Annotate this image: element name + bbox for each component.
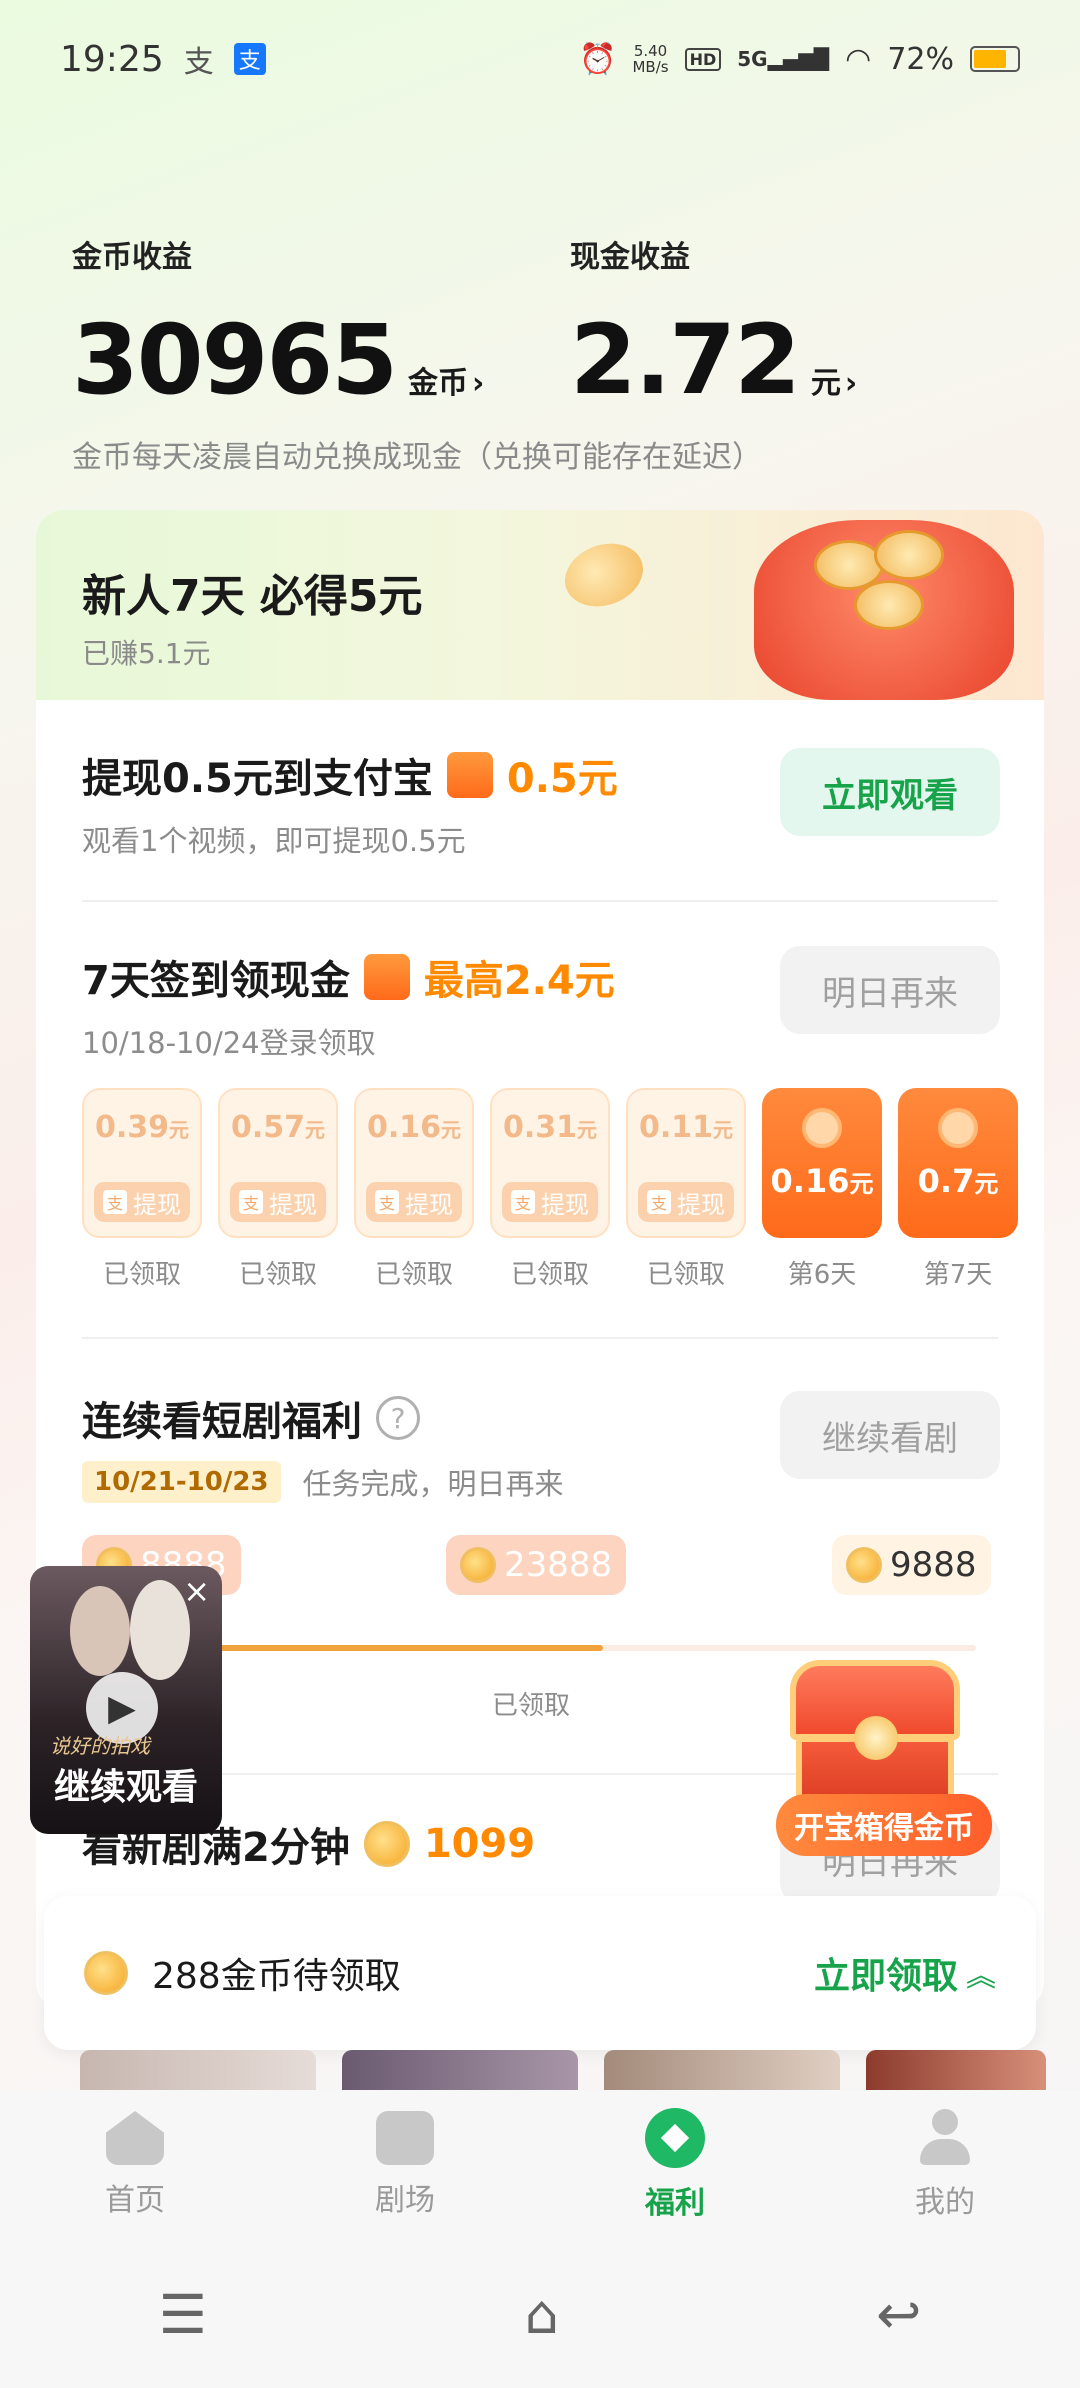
milestone-2: 23888 <box>446 1535 627 1595</box>
coin-icon <box>84 1951 128 1995</box>
system-nav-bar: ☰ ⌂ ↩ <box>0 2240 1080 2388</box>
clock: 19:25 <box>60 38 164 80</box>
status-bar: 19:25 支 支 ⏰ 5.40 MB/s HD 5G▂▄▆█ ◠ 72% <box>60 34 1020 84</box>
signin-title: 7天签到领现金 <box>82 958 350 1004</box>
menu-icon[interactable]: ☰ <box>159 2283 207 2346</box>
tab-theater[interactable]: 剧场 <box>270 2090 540 2240</box>
signin-reward: 最高2.4元 <box>423 958 615 1004</box>
continue-watching-button[interactable]: 继续看剧 <box>780 1391 1000 1479</box>
signin-days: 0.39元 支提现 已领取 0.57元 支提现 已领取 0.16元 支提现 已领… <box>36 1088 1044 1291</box>
watch-now-button[interactable]: 立即观看 <box>780 748 1000 836</box>
cash-earnings[interactable]: 现金收益 2.72 元 › <box>570 232 857 408</box>
open-chest-label[interactable]: 开宝箱得金币 <box>776 1794 992 1856</box>
exchange-note: 金币每天凌晨自动兑换成现金（兑换可能存在延迟） <box>72 440 762 475</box>
coin-icon <box>846 1547 882 1583</box>
coin-earnings-unit: 金币 <box>407 366 468 401</box>
battery-icon <box>970 46 1020 72</box>
chevron-right-icon: › <box>471 366 485 401</box>
watch-reward: 1099 <box>423 1821 536 1867</box>
chevron-right-icon: › <box>844 366 858 401</box>
coin-earnings-value: 30965 <box>72 304 398 416</box>
withdraw-reward: 0.5元 <box>506 756 618 802</box>
gift-icon <box>363 954 410 1000</box>
claim-bar[interactable]: 288金币待领取 立即领取 ︽ <box>44 1896 1036 2050</box>
poster-face <box>70 1586 130 1676</box>
come-tomorrow-button[interactable]: 明日再来 <box>780 946 1000 1034</box>
tab-welfare[interactable]: 福利 <box>540 2090 810 2240</box>
signin-day-4[interactable]: 0.31元 支提现 已领取 <box>490 1088 610 1291</box>
alipay-icon: 支 <box>511 1190 535 1214</box>
signin-day-1[interactable]: 0.39元 支提现 已领取 <box>82 1088 202 1291</box>
cash-earnings-value: 2.72 <box>570 304 801 416</box>
milestone-2-label: 已领取 <box>492 1691 571 1721</box>
cash-earnings-unit: 元 <box>810 366 841 401</box>
newcomer-promo[interactable]: 新人7天 必得5元 已赚5.1元 <box>36 510 1044 700</box>
drama-status: 任务完成，明日再来 <box>302 1467 564 1501</box>
alipay-text-icon: 支 <box>183 45 214 80</box>
pending-coins-text: 288金币待领取 <box>152 1956 401 1997</box>
gift-icon <box>446 752 493 798</box>
signin-task: 7天签到领现金 最高2.4元 10/18-10/24登录领取 明日再来 <box>36 902 1044 1062</box>
withdraw-task: 提现0.5元到支付宝 0.5元 观看1个视频，即可提现0.5元 立即观看 <box>36 700 1044 900</box>
signal-icon: 5G▂▄▆█ <box>737 47 830 71</box>
alipay-icon: 支 <box>233 43 266 75</box>
help-icon[interactable]: ? <box>376 1396 420 1440</box>
signin-day-6[interactable]: 0.16元 第6天 <box>762 1088 882 1291</box>
drama-date: 10/21-10/23 <box>82 1461 281 1503</box>
battery-percent: 72% <box>887 41 954 77</box>
alipay-icon: 支 <box>647 1190 671 1214</box>
close-icon[interactable]: × <box>183 1572 210 1610</box>
coin-earnings[interactable]: 金币收益 30965 金币 › <box>72 232 484 408</box>
signin-day-7[interactable]: 0.7元 第7天 <box>898 1088 1018 1291</box>
red-envelope-seal-icon <box>938 1108 978 1148</box>
home-icon <box>106 2111 164 2165</box>
bottom-tab-bar: 首页 剧场 福利 我的 <box>0 2090 1080 2240</box>
coin-earnings-label: 金币收益 <box>72 240 192 275</box>
money-bag-icon <box>556 510 1014 700</box>
alipay-icon: 支 <box>103 1190 127 1214</box>
chest-lock-icon <box>854 1716 898 1760</box>
poster-title: 说好的拍戏 <box>50 1734 150 1758</box>
tab-home[interactable]: 首页 <box>0 2090 270 2240</box>
coin-icon <box>363 1821 410 1867</box>
red-envelope-seal-icon <box>802 1108 842 1148</box>
wifi-icon: ◠ <box>845 41 872 77</box>
alipay-icon: 支 <box>239 1190 263 1214</box>
continue-watching-label: 继续观看 <box>53 1767 198 1808</box>
hd-icon: HD <box>684 47 722 71</box>
net-speed: 5.40 MB/s <box>632 42 669 76</box>
alarm-icon: ⏰ <box>579 41 617 77</box>
floating-video-player[interactable]: × ▶ 说好的拍戏 继续观看 <box>30 1566 222 1834</box>
milestone-3: 9888 <box>832 1535 991 1595</box>
signin-day-5[interactable]: 0.11元 支提现 已领取 <box>626 1088 746 1291</box>
tab-mine[interactable]: 我的 <box>810 2090 1080 2240</box>
cash-earnings-label: 现金收益 <box>570 240 690 275</box>
poster-face <box>130 1580 190 1680</box>
back-icon[interactable]: ↩ <box>876 2283 921 2346</box>
signin-day-3[interactable]: 0.16元 支提现 已领取 <box>354 1088 474 1291</box>
signin-day-2[interactable]: 0.57元 支提现 已领取 <box>218 1088 338 1291</box>
coin-icon <box>460 1547 496 1583</box>
user-icon <box>916 2109 974 2167</box>
alipay-icon: 支 <box>375 1190 399 1214</box>
chevron-up-icon[interactable]: ︽ <box>966 1951 996 1995</box>
claim-now-button[interactable]: 立即领取 <box>814 1947 958 1999</box>
play-icon <box>376 2111 434 2165</box>
welfare-icon <box>645 2108 705 2168</box>
home-nav-icon[interactable]: ⌂ <box>524 2283 558 2346</box>
drama-title: 连续看短剧福利 <box>82 1399 362 1445</box>
withdraw-title: 提现0.5元到支付宝 <box>82 756 433 802</box>
